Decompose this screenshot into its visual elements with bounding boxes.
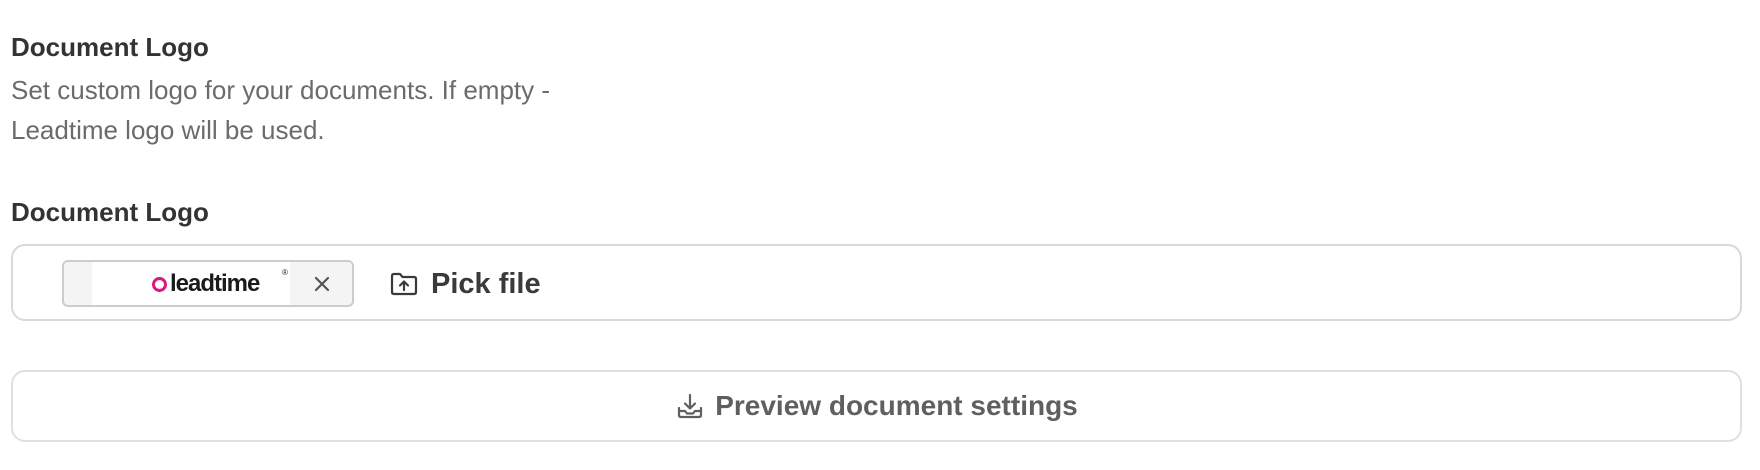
pick-file-label: Pick file [431,267,541,300]
ring-icon [152,277,167,292]
pick-file-button[interactable]: Pick file [389,266,541,302]
upload-folder-icon [389,269,419,299]
preview-document-settings-label: Preview document settings [715,390,1078,421]
section-description: Set custom logo for your documents. If e… [11,75,551,145]
preview-document-settings-button[interactable]: Preview document settings [11,370,1742,442]
document-logo-file-field[interactable]: leadtime ® Pick file [11,244,1742,321]
logo-thumbnail: leadtime ® [92,262,290,305]
section-title: Document Logo [11,32,209,62]
document-logo-label: Document Logo [11,197,209,227]
logo-wordmark: leadtime [170,270,260,297]
close-icon[interactable] [308,270,336,298]
selected-file-chip: leadtime ® [62,260,354,307]
logo-registered-mark: ® [282,268,288,277]
download-tray-icon [675,391,705,421]
